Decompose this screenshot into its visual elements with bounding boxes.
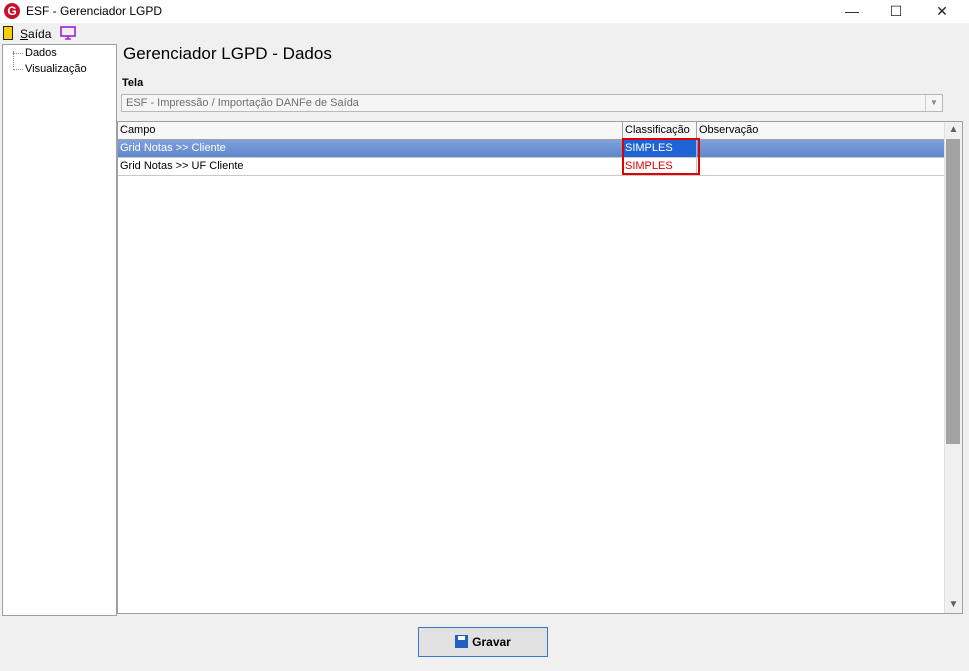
tela-select-value: ESF - Impressão / Importação DANFe de Sa… [126, 97, 359, 109]
data-grid: Campo Classificação Observação Grid Nota… [117, 121, 963, 614]
tree-item-dados[interactable]: Dados [13, 47, 57, 59]
grid-header: Campo Classificação Observação [118, 122, 946, 140]
scroll-down-icon[interactable]: ▼ [945, 597, 962, 613]
chevron-down-icon[interactable]: ▼ [925, 95, 942, 111]
toolbar: Saída [0, 23, 969, 43]
exit-door-icon [3, 26, 13, 40]
column-header-observacao[interactable]: Observação [697, 122, 946, 139]
tree-item-label: Dados [25, 47, 57, 59]
monitor-icon[interactable] [60, 26, 76, 40]
floppy-disk-icon [455, 635, 469, 649]
cell-classificacao[interactable]: SIMPLES [623, 140, 697, 157]
table-row[interactable]: Grid Notas >> UF Cliente SIMPLES [118, 158, 946, 176]
maximize-button[interactable]: ☐ [873, 0, 919, 23]
cell-classificacao[interactable]: SIMPLES [623, 158, 697, 175]
app-logo-icon: G [4, 3, 20, 19]
save-button[interactable]: Gravar [418, 627, 548, 657]
exit-label: Saída [20, 27, 52, 41]
column-header-campo[interactable]: Campo [118, 122, 623, 139]
tela-select[interactable]: ESF - Impressão / Importação DANFe de Sa… [121, 94, 943, 112]
close-button[interactable]: ✕ [919, 0, 965, 23]
vertical-scrollbar[interactable]: ▲ ▼ [944, 122, 962, 613]
scroll-up-icon[interactable]: ▲ [945, 122, 962, 138]
tree-item-label: Visualização [25, 63, 87, 75]
page-title: Gerenciador LGPD - Dados [123, 44, 332, 63]
scroll-thumb[interactable] [946, 139, 960, 444]
title-bar: G ESF - Gerenciador LGPD — ☐ ✕ [0, 0, 969, 23]
save-label: Gravar [472, 635, 511, 649]
column-header-classificacao[interactable]: Classificação [623, 122, 697, 139]
cell-observacao[interactable] [697, 140, 946, 157]
tela-label: Tela [122, 77, 144, 89]
minimize-button[interactable]: — [829, 0, 875, 23]
window-title: ESF - Gerenciador LGPD [26, 4, 163, 18]
cell-observacao[interactable] [697, 158, 946, 175]
cell-campo[interactable]: Grid Notas >> Cliente [118, 140, 623, 157]
tree-item-visualizacao[interactable]: Visualização [13, 63, 87, 75]
cell-campo[interactable]: Grid Notas >> UF Cliente [118, 158, 623, 175]
table-row[interactable]: Grid Notas >> Cliente SIMPLES [118, 140, 946, 158]
save-button-content: Gravar [419, 628, 547, 656]
navigation-tree: Dados Visualização [2, 44, 117, 616]
